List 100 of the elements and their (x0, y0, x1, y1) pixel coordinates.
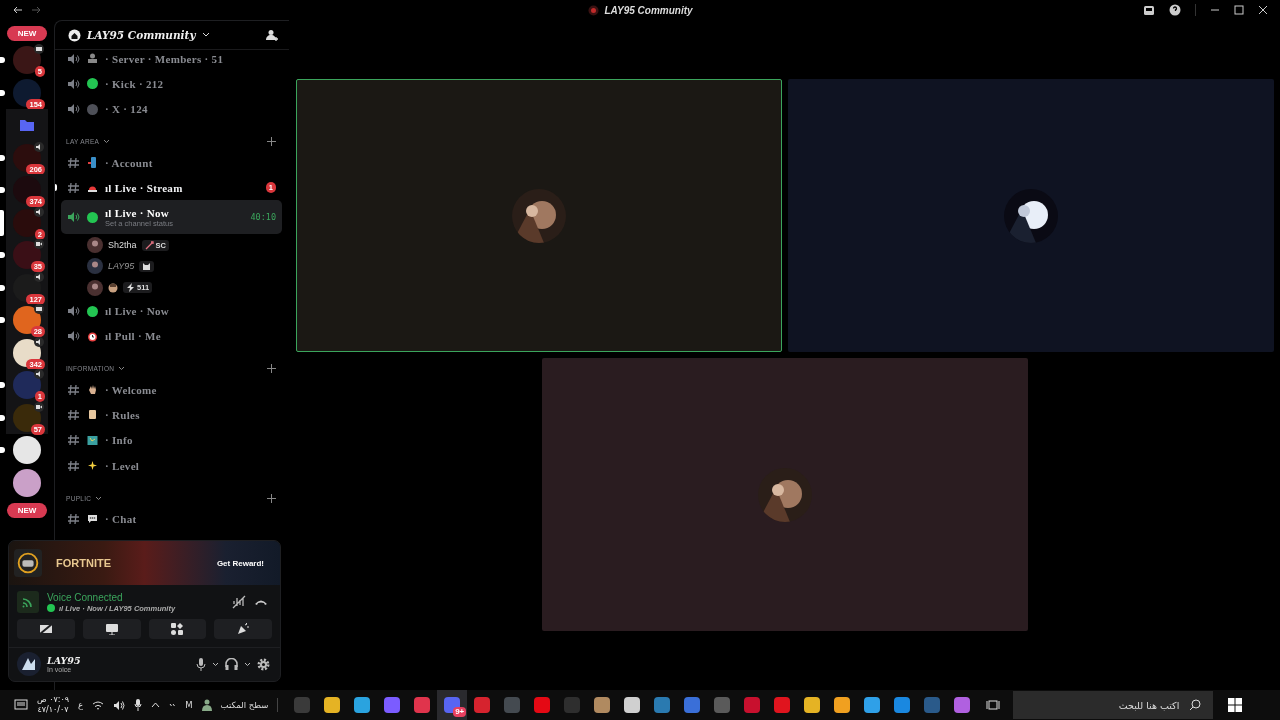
help-icon[interactable] (1169, 4, 1181, 16)
channel-item[interactable]: ıl Pull · Me (61, 323, 282, 349)
camera-off-icon (38, 623, 53, 635)
video-tile[interactable] (295, 79, 782, 352)
microphone-icon[interactable] (134, 699, 143, 711)
video-tile[interactable] (787, 79, 1274, 352)
get-reward-button[interactable]: Get Reward! (210, 557, 270, 569)
activities-icon (171, 623, 184, 635)
game-title: FORTNITE (56, 557, 111, 569)
channel-item[interactable]: ıl Live · Now (61, 298, 282, 324)
channel-item[interactable]: · Rules (61, 402, 282, 428)
new-badge[interactable]: NEW (6, 25, 48, 41)
hash-icon (67, 512, 80, 525)
taskbar-app[interactable]: 9+ (437, 690, 468, 720)
game-icon (14, 549, 42, 577)
settings-icon[interactable] (257, 657, 270, 671)
headphones-icon[interactable] (225, 658, 238, 670)
folder-icon[interactable] (20, 119, 34, 132)
camera-icon (34, 239, 44, 250)
forward-arrow-icon[interactable] (31, 6, 41, 14)
add-channel-icon[interactable] (267, 137, 276, 147)
account-initial[interactable]: M (185, 700, 193, 710)
activities-button[interactable] (148, 619, 207, 639)
channel-item[interactable]: · Chat (61, 506, 282, 532)
add-channel-icon[interactable] (267, 493, 276, 503)
channel-item[interactable]: · X · 124 (61, 96, 282, 122)
clock-date[interactable]: ٤٧/١٠/٠٧ (37, 705, 69, 715)
noise-suppression-icon[interactable] (232, 595, 246, 609)
video-tile[interactable] (541, 358, 1028, 631)
camera-off-button[interactable] (17, 619, 75, 639)
person-icon[interactable] (201, 699, 212, 711)
screen-share-button[interactable] (82, 619, 141, 639)
speaker-icon (67, 330, 80, 343)
server-icon[interactable] (13, 403, 41, 432)
inbox-icon[interactable] (1143, 4, 1155, 16)
wifi-icon[interactable] (92, 699, 105, 711)
desktop-toolbar[interactable]: سطح المكتب (220, 700, 269, 710)
unread-indicator (0, 382, 5, 389)
screen-share-icon (104, 623, 119, 635)
speech-bubble-icon (87, 513, 98, 525)
member-name[interactable]: Sh2tha (108, 240, 137, 251)
server-icon[interactable] (13, 78, 41, 107)
server-icon[interactable] (13, 468, 41, 497)
volume-icon[interactable] (113, 699, 126, 711)
clock-time[interactable]: ٠٧:٠٩ ص (37, 695, 70, 705)
maximize-icon[interactable] (1234, 5, 1244, 15)
search-field[interactable]: اكتب هنا للبحث (1013, 691, 1214, 719)
speaker-icon (34, 206, 44, 217)
add-channel-icon[interactable] (267, 364, 276, 374)
microphone-icon[interactable] (196, 657, 206, 671)
chevron-icon[interactable] (95, 495, 103, 501)
channel-item[interactable]: · Info (61, 427, 282, 453)
server-home-icon (68, 28, 81, 42)
server-icon[interactable] (13, 176, 41, 205)
channel-item[interactable]: · Welcome (61, 376, 282, 403)
avatar[interactable] (87, 258, 103, 275)
invite-people-icon[interactable] (265, 28, 279, 42)
chevron-icon[interactable] (212, 661, 219, 667)
user-avatar[interactable] (17, 652, 41, 676)
chevron-icon[interactable] (118, 366, 126, 372)
soundboard-button[interactable] (214, 619, 272, 639)
server-icon[interactable] (13, 208, 41, 237)
server-name[interactable]: LAY95 Community (87, 29, 196, 41)
speaker-icon (67, 103, 80, 116)
server-icon[interactable] (13, 46, 41, 75)
server-icon[interactable] (13, 436, 41, 465)
server-icon[interactable] (13, 371, 41, 400)
new-badge[interactable]: NEW (6, 502, 48, 518)
member-name[interactable]: LAY95 (108, 261, 135, 272)
server-icon[interactable] (13, 306, 41, 335)
unread-indicator (0, 57, 5, 64)
sword-icon (144, 240, 154, 250)
close-icon[interactable] (1258, 5, 1268, 15)
channel-item[interactable]: · Server · Members · 51 (61, 46, 282, 72)
notification-icon[interactable] (14, 698, 28, 712)
channel-item[interactable]: · Account (61, 149, 282, 176)
server-icon[interactable] (13, 241, 41, 270)
speaker-icon (67, 52, 80, 65)
chevron-icon[interactable] (244, 661, 251, 667)
windows-start-icon[interactable] (1228, 698, 1243, 712)
channel-item[interactable]: · Level (61, 452, 282, 479)
username: LAY95 (47, 655, 82, 666)
server-icon (588, 4, 600, 16)
avatar[interactable] (87, 237, 103, 254)
language-indicator[interactable]: ع (78, 700, 84, 710)
back-arrow-icon[interactable] (13, 6, 23, 14)
unread-indicator (0, 187, 5, 194)
hash-icon (67, 181, 80, 194)
map-icon (87, 434, 98, 446)
double-chevron-icon[interactable] (169, 702, 177, 708)
speaker-icon (34, 271, 44, 282)
task-view-icon[interactable] (986, 699, 1001, 711)
hash-icon (67, 459, 80, 472)
soundboard-icon (236, 623, 250, 635)
avatar[interactable] (87, 279, 103, 296)
chevron-icon[interactable] (103, 139, 111, 145)
channel-item[interactable]: · Kick · 212 (61, 71, 282, 97)
chevron-up-icon[interactable] (151, 702, 161, 708)
status-dot-icon (47, 604, 55, 612)
hand-icon (87, 384, 98, 396)
